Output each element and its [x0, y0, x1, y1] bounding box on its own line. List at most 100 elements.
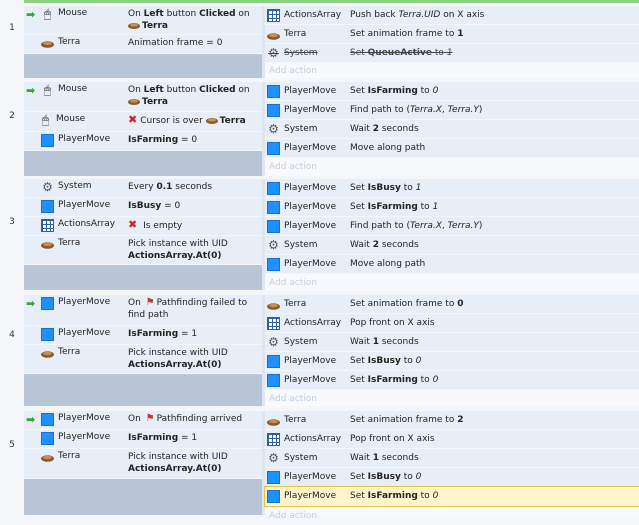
- grid-icon: [267, 432, 280, 446]
- actions-block[interactable]: PlayerMove Set IsBusy to 1 PlayerMove Se…: [265, 179, 639, 290]
- terra-icon: [267, 302, 280, 310]
- gear-icon: ⚙: [268, 237, 279, 252]
- blue-square-icon: [267, 181, 280, 195]
- pathfinding-icon: ⚑: [145, 413, 155, 424]
- mouse-icon: 🖱: [43, 83, 52, 97]
- blue-square-icon: [267, 200, 280, 214]
- condition-pathfinding-failed[interactable]: ➡ PlayerMove On ⚑ Pathfinding failed to fin…: [24, 295, 262, 326]
- action-set-isfarming[interactable]: PlayerMove Set IsFarming to 1: [265, 198, 639, 217]
- condition-pick-uid[interactable]: Terra Pick instance with UID ActionsArray…: [24, 236, 262, 265]
- event-number: 5: [9, 440, 15, 450]
- trigger-arrow-icon: ➡: [26, 413, 36, 426]
- action-set-isbusy[interactable]: PlayerMove Set IsBusy to 1: [265, 179, 639, 198]
- action-pop-front[interactable]: ActionsArray Pop front on X axis: [265, 314, 639, 333]
- action-set-animation-frame[interactable]: Terra Set animation frame to 2: [265, 411, 639, 430]
- action-find-path[interactable]: PlayerMove Find path to (Terra.X, Terra.…: [265, 217, 639, 236]
- condition-isfarming[interactable]: PlayerMove IsFarming = 1: [24, 326, 262, 345]
- terra-icon: [205, 118, 218, 124]
- terra-icon: [267, 32, 280, 40]
- action-wait[interactable]: ⚙ System Wait 2 seconds: [265, 120, 639, 139]
- gear-icon: ⚙: [42, 180, 53, 194]
- event-number: 4: [9, 330, 15, 340]
- terra-icon: [128, 99, 140, 105]
- condition-pathfinding-arrived[interactable]: ➡ PlayerMove On ⚑ Pathfinding arrived: [24, 411, 262, 430]
- terra-icon: [41, 351, 54, 358]
- actions-block[interactable]: ActionsArray Push back Terra.UID on X ax…: [265, 6, 639, 78]
- object-name: Mouse: [58, 8, 88, 18]
- event-5[interactable]: 5 ➡ PlayerMove On ⚑ Pathfinding arrived Pl…: [0, 411, 639, 521]
- conditions-block[interactable]: ➡ PlayerMove On ⚑ Pathfinding failed to fin…: [24, 295, 262, 375]
- add-action-link[interactable]: Add action: [265, 274, 639, 292]
- blue-square-icon: [267, 373, 280, 387]
- blue-square-icon: [41, 134, 54, 147]
- terra-icon: [267, 418, 280, 426]
- action-set-isfarming[interactable]: PlayerMove Set IsFarming to 0: [265, 371, 639, 390]
- actions-block[interactable]: PlayerMove Set IsFarming to 0 PlayerMove…: [265, 82, 639, 176]
- action-move-along-path[interactable]: PlayerMove Move along path: [265, 255, 639, 274]
- condition-text: On Left button Clicked on Terra: [128, 9, 250, 31]
- actions-block[interactable]: Terra Set animation frame to 0 ActionsAr…: [265, 295, 639, 406]
- blue-square-icon: [267, 141, 280, 155]
- condition-pick-uid[interactable]: Terra Pick instance with UID ActionsArray…: [24, 449, 262, 479]
- invert-x-icon: ✖: [128, 218, 138, 231]
- grid-icon: [41, 219, 54, 232]
- action-set-animation-frame[interactable]: Terra Set animation frame to 0: [265, 295, 639, 314]
- conditions-block[interactable]: ⚙ System Every 0.1 seconds PlayerMove IsB…: [24, 179, 262, 290]
- action-wait[interactable]: ⚙ System Wait 2 seconds: [265, 236, 639, 255]
- action-set-isbusy[interactable]: PlayerMove Set IsBusy to 0: [265, 352, 639, 371]
- condition-isfarming[interactable]: PlayerMove IsFarming = 1: [24, 430, 262, 449]
- terra-icon: [41, 455, 54, 462]
- condition-mouse-click[interactable]: ➡ 🖱 Mouse On Left button Clicked on Terra: [24, 82, 262, 112]
- blue-square-icon: [267, 470, 280, 484]
- action-push-back[interactable]: ActionsArray Push back Terra.UID on X ax…: [265, 6, 639, 25]
- action-set-animation-frame[interactable]: Terra Set animation frame to 1: [265, 25, 639, 44]
- conditions-block[interactable]: ➡ 🖱 Mouse On Left button Clicked on Terra 🖱…: [24, 82, 262, 176]
- action-pop-front[interactable]: ActionsArray Pop front on X axis: [265, 430, 639, 449]
- action-move-along-path[interactable]: PlayerMove Move along path: [265, 139, 639, 158]
- blue-square-icon: [41, 413, 54, 426]
- blue-square-icon: [41, 297, 54, 310]
- action-set-isbusy[interactable]: PlayerMove Set IsBusy to 0: [265, 468, 639, 487]
- action-disabled-set-queue[interactable]: ⚙ System Set QueueActive to 1: [265, 44, 639, 63]
- conditions-block[interactable]: ➡ PlayerMove On ⚑ Pathfinding arrived Play…: [24, 411, 262, 480]
- blue-square-icon: [267, 219, 280, 233]
- blue-square-icon: [267, 489, 280, 503]
- action-find-path[interactable]: PlayerMove Find path to (Terra.X, Terra.…: [265, 101, 639, 120]
- blue-square-icon: [267, 354, 280, 368]
- event-1[interactable]: 1 ➡ 🖱 Mouse On Left button Clicked on Terra…: [0, 6, 639, 78]
- grid-icon: [267, 8, 280, 22]
- condition-isfarming[interactable]: PlayerMove IsFarming = 0: [24, 132, 262, 151]
- mouse-icon: 🖱: [41, 113, 50, 127]
- event-3[interactable]: 3 ⚙ System Every 0.1 seconds PlayerMove I…: [0, 179, 639, 290]
- gear-icon: ⚙: [268, 45, 279, 60]
- actions-block[interactable]: Terra Set animation frame to 2 ActionsAr…: [264, 411, 639, 521]
- action-wait[interactable]: ⚙ System Wait 1 seconds: [265, 449, 639, 468]
- mouse-icon: 🖱: [43, 7, 52, 21]
- condition-pick-uid[interactable]: Terra Pick instance with UID ActionsArray…: [24, 345, 262, 374]
- condition-mouse-click[interactable]: ➡ 🖱 Mouse On Left button Clicked on Terra: [24, 6, 262, 35]
- event-4[interactable]: 4 ➡ PlayerMove On ⚑ Pathfinding failed to f…: [0, 295, 639, 406]
- invert-x-icon: ✖: [128, 113, 138, 126]
- condition-cursor-over[interactable]: 🖱 Mouse ✖ Cursor is over Terra: [24, 112, 262, 132]
- add-action-link[interactable]: Add action: [265, 62, 639, 80]
- trigger-arrow-icon: ➡: [26, 297, 36, 310]
- terra-icon: [41, 41, 54, 48]
- terra-icon: [41, 242, 54, 249]
- action-wait[interactable]: ⚙ System Wait 1 seconds: [265, 333, 639, 352]
- condition-animation-frame[interactable]: Terra Animation frame = 0: [24, 35, 262, 54]
- condition-every-tick[interactable]: ⚙ System Every 0.1 seconds: [24, 179, 262, 198]
- add-action-link[interactable]: Add action: [265, 158, 639, 176]
- gear-icon: ⚙: [268, 121, 279, 136]
- event-number: 3: [9, 217, 15, 227]
- add-action-link[interactable]: Add action: [265, 390, 639, 408]
- condition-array-empty[interactable]: ActionsArray ✖ Is empty: [24, 217, 262, 236]
- conditions-block[interactable]: ➡ 🖱 Mouse On Left button Clicked on Terra T…: [24, 6, 262, 78]
- pathfinding-icon: ⚑: [145, 297, 155, 308]
- trigger-arrow-icon: ➡: [26, 84, 36, 97]
- condition-isbusy[interactable]: PlayerMove IsBusy = 0: [24, 198, 262, 217]
- action-set-isfarming[interactable]: PlayerMove Set IsFarming to 0: [265, 82, 639, 101]
- action-set-isfarming-selected[interactable]: PlayerMove Set IsFarming to 0: [264, 486, 639, 507]
- blue-square-icon: [41, 328, 54, 341]
- event-2[interactable]: 2 ➡ 🖱 Mouse On Left button Clicked on Terra…: [0, 82, 639, 176]
- add-action-link[interactable]: Add action: [265, 507, 639, 525]
